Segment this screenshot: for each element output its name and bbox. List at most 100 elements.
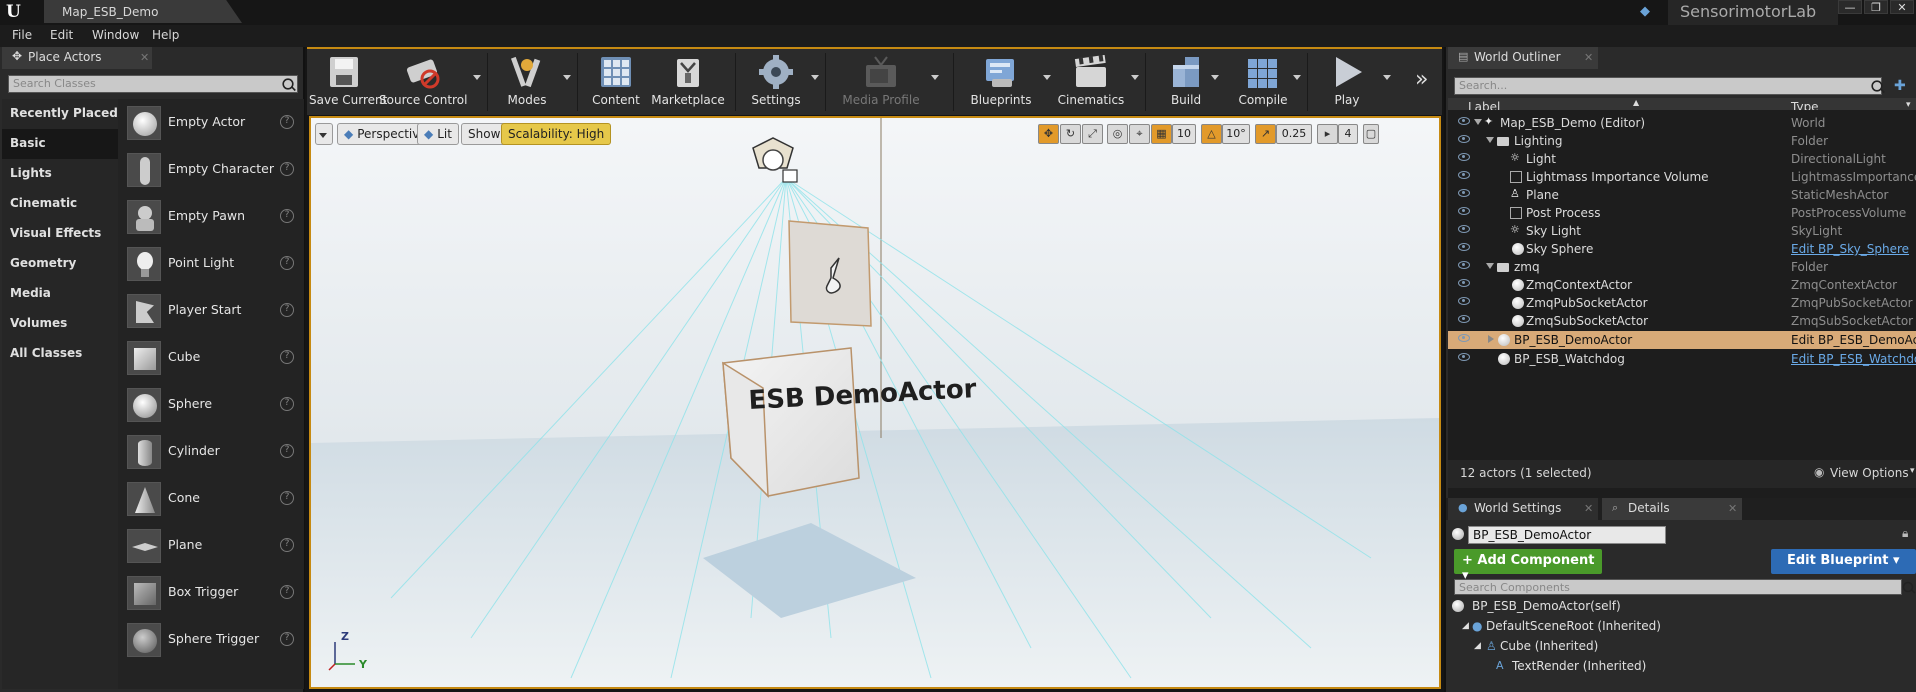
category-visual-effects[interactable]: Visual Effects [2,219,118,249]
close-tab-icon[interactable]: ✕ [1584,502,1593,515]
tree-row-light[interactable]: ☼ Light DirectionalLight [1448,150,1916,168]
menu-file[interactable]: File [12,28,32,42]
help-icon[interactable]: ? [280,585,294,599]
search-classes-input[interactable]: Search Classes [8,75,298,93]
play-button[interactable]: Play [1315,49,1379,113]
menu-window[interactable]: Window [92,28,139,42]
tree-row-lightmass[interactable]: Lightmass Importance Volume LightmassImp… [1448,168,1916,186]
actor-item-cone[interactable]: Cone ? [118,475,304,522]
actor-item-point-light[interactable]: Point Light ? [118,240,304,287]
grid-snap-value[interactable]: 10 [1172,124,1196,144]
tree-row-zmq-context[interactable]: ZmqContextActor ZmqContextActor [1448,276,1916,294]
minimize-button[interactable]: — [1838,0,1862,14]
save-current-button[interactable]: Save Current [309,49,387,113]
help-icon[interactable]: ? [280,444,294,458]
build-button[interactable]: Build [1151,49,1221,113]
tree-row-bp-esb-demoactor[interactable]: BP_ESB_DemoActor Edit BP_ESB_DemoActo [1448,331,1916,349]
menu-edit[interactable]: Edit [50,28,73,42]
toolbar-overflow-icon[interactable]: » [1415,67,1428,92]
scale-snap-icon[interactable]: ↗ [1255,124,1276,144]
cinematics-button[interactable]: Cinematics [1051,49,1131,113]
close-tab-icon[interactable]: ✕ [140,51,149,64]
close-tab-icon[interactable]: ✕ [1728,502,1737,515]
view-options-button[interactable]: View Options [1830,466,1909,480]
close-window-button[interactable]: ✕ [1890,0,1914,14]
actor-item-cylinder[interactable]: Cylinder ? [118,428,304,475]
category-all-classes[interactable]: All Classes [2,339,118,369]
category-lights[interactable]: Lights [2,159,118,189]
build-dropdown[interactable] [1211,75,1219,80]
help-icon[interactable]: ? [280,350,294,364]
category-cinematic[interactable]: Cinematic [2,189,118,219]
actor-item-empty-character[interactable]: Empty Character ? [118,146,304,193]
chevron-down-icon[interactable]: ▾ [1906,100,1911,110]
category-recently-placed[interactable]: Recently Placed [2,99,118,129]
marketplace-button[interactable]: Marketplace [649,49,727,113]
help-icon[interactable]: ? [280,303,294,317]
visibility-eye-icon[interactable] [1458,135,1470,143]
visibility-eye-icon[interactable] [1458,117,1470,125]
component-row[interactable]: TextRender (Inherited) [1512,659,1646,673]
world-outliner-tab[interactable]: ▤ World Outliner ✕ [1448,47,1598,69]
tree-row-sky-light[interactable]: ☼ Sky Light SkyLight [1448,222,1916,240]
modes-dropdown[interactable] [563,75,571,80]
outliner-search-input[interactable]: Search... [1454,77,1882,95]
lit-button[interactable]: ◆ Lit [417,123,459,145]
collapse-arrow-icon[interactable] [1488,335,1494,343]
settings-dropdown[interactable] [811,75,819,80]
self-component-row[interactable]: BP_ESB_DemoActor(self) [1472,599,1621,613]
chevron-down-icon[interactable]: ▾ [1910,466,1915,476]
actor-item-empty-actor[interactable]: Empty Actor ? [118,99,304,146]
help-icon[interactable]: ? [280,256,294,270]
visibility-eye-icon[interactable] [1458,153,1470,161]
rotation-snap-value[interactable]: 10° [1222,124,1250,144]
visibility-eye-icon[interactable] [1458,189,1470,197]
tree-row-zmq[interactable]: zmq Folder [1448,258,1916,276]
source-control-button[interactable]: Source Control [379,49,467,113]
maximize-viewport-icon[interactable]: ▢ [1363,124,1379,144]
expand-arrow-icon[interactable] [1474,119,1482,125]
edit-blueprint-link[interactable]: Edit BP_ESB_DemoActo [1791,333,1916,347]
actor-name-field[interactable]: BP_ESB_DemoActor [1468,526,1666,544]
expand-arrow-icon[interactable] [1486,137,1494,143]
maximize-button[interactable]: ❐ [1864,0,1888,14]
visibility-eye-icon[interactable] [1458,334,1470,342]
component-row[interactable]: Cube (Inherited) [1500,639,1598,653]
tree-row-zmq-sub[interactable]: ZmqSubSocketActor ZmqSubSocketActor [1448,312,1916,330]
lock-icon[interactable]: 🔒︎ [1902,526,1908,541]
compile-dropdown[interactable] [1293,75,1301,80]
actor-item-player-start[interactable]: Player Start ? [118,287,304,334]
add-component-button[interactable]: + Add Component ▾ [1454,549,1602,583]
world-local-icon[interactable]: ◎ [1107,124,1128,144]
category-media[interactable]: Media [2,279,118,309]
scale-snap-value[interactable]: 0.25 [1276,124,1312,144]
visibility-eye-icon[interactable] [1458,261,1470,269]
settings-button[interactable]: Settings [741,49,811,113]
details-tab[interactable]: ⌕ Details ✕ [1602,498,1742,520]
tree-row-lighting[interactable]: Lighting Folder [1448,132,1916,150]
tree-row-post-process[interactable]: Post Process PostProcessVolume [1448,204,1916,222]
surface-snap-icon[interactable]: ⌖ [1129,124,1150,144]
actor-item-sphere[interactable]: Sphere ? [118,381,304,428]
media-profile-dropdown[interactable] [931,75,939,80]
viewport-options-button[interactable] [315,123,333,145]
search-components-input[interactable]: Search Components [1454,579,1902,595]
tree-row-bp-esb-watchdog[interactable]: BP_ESB_Watchdog Edit BP_ESB_Watchdo [1448,350,1916,368]
actor-item-sphere-trigger[interactable]: Sphere Trigger ? [118,616,304,663]
menu-help[interactable]: Help [152,28,179,42]
camera-speed-icon[interactable]: ▸ [1317,124,1338,144]
help-icon[interactable]: ? [280,397,294,411]
visibility-eye-icon[interactable] [1458,297,1470,305]
content-button[interactable]: Content [583,49,649,113]
blueprints-dropdown[interactable] [1043,75,1051,80]
expand-arrow-icon[interactable]: ◢ [1474,641,1481,651]
visibility-eye-icon[interactable] [1458,315,1470,323]
visibility-eye-icon[interactable] [1458,353,1470,361]
help-icon[interactable]: ? [280,538,294,552]
category-basic[interactable]: Basic [2,129,118,159]
level-viewport[interactable]: ESB DemoActor ◆ Perspective ◆ Lit Show Sca… [309,116,1441,689]
help-icon[interactable]: ? [280,491,294,505]
tree-row-sky-sphere[interactable]: Sky Sphere Edit BP_Sky_Sphere [1448,240,1916,258]
expand-arrow-icon[interactable] [1486,263,1494,269]
actor-item-plane[interactable]: Plane ? [118,522,304,569]
